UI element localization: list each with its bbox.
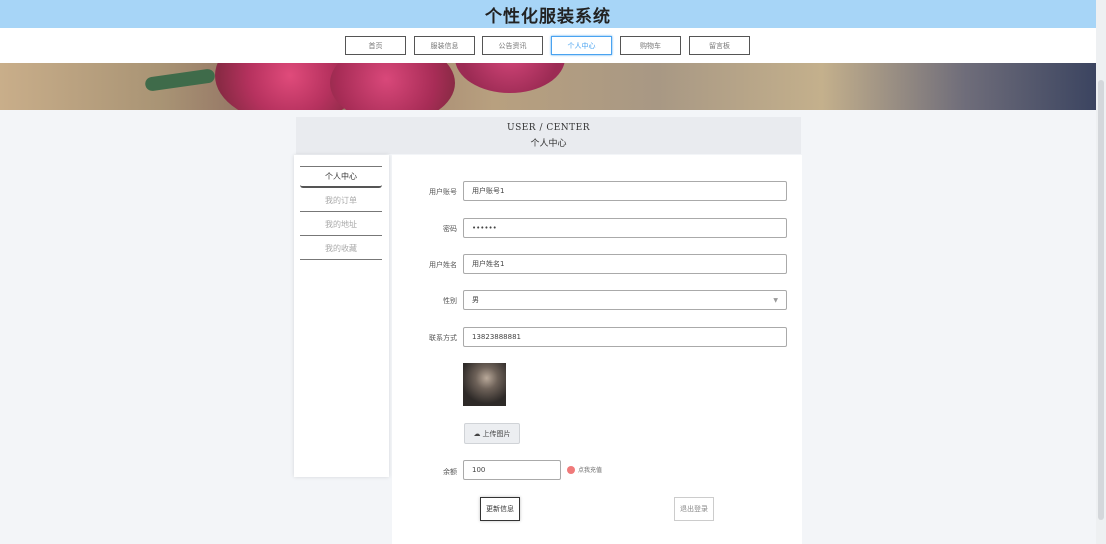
upload-image-button[interactable]: ☁ 上传图片 <box>464 423 520 444</box>
balance-input[interactable]: 100 <box>463 460 561 480</box>
avatar <box>463 363 506 406</box>
gender-label: 性别 <box>443 297 457 305</box>
side-item-my-favorites[interactable]: 我的收藏 <box>300 238 382 260</box>
recharge-icon <box>567 465 575 474</box>
gender-select[interactable]: 男 ▼ <box>463 290 787 310</box>
gender-value: 男 <box>472 296 479 304</box>
logout-button[interactable]: 退出登录 <box>674 497 714 521</box>
recharge-link[interactable]: 点我充值 <box>567 465 602 474</box>
nav-clothing-info[interactable]: 服装信息 <box>414 36 475 55</box>
site-title: 个性化服装系统 <box>485 6 611 27</box>
side-item-user-center[interactable]: 个人中心 <box>300 166 382 188</box>
nav-announcements[interactable]: 公告资讯 <box>482 36 543 55</box>
nav-message-board[interactable]: 留言板 <box>689 36 750 55</box>
upload-label: 上传图片 <box>482 429 511 438</box>
name-input[interactable]: 用户姓名1 <box>463 254 787 274</box>
rose-shape <box>455 63 565 93</box>
nav-cart[interactable]: 购物车 <box>620 36 681 55</box>
heading-en: USER / CENTER <box>506 122 591 133</box>
side-menu: 个人中心 我的订单 我的地址 我的收藏 <box>294 155 389 477</box>
leaf-shape <box>144 68 216 92</box>
rose-shape <box>330 63 455 110</box>
password-label: 密码 <box>443 225 457 233</box>
account-input[interactable]: 用户账号1 <box>463 181 787 201</box>
header-bar: 个性化服装系统 <box>0 0 1096 28</box>
account-label: 用户账号 <box>429 188 457 196</box>
update-info-button[interactable]: 更新信息 <box>480 497 520 521</box>
name-label: 用户姓名 <box>429 261 457 269</box>
profile-form-panel <box>392 155 802 544</box>
phone-label: 联系方式 <box>429 334 457 342</box>
side-item-my-addresses[interactable]: 我的地址 <box>300 214 382 236</box>
upload-icon: ☁ <box>473 429 481 438</box>
balance-label: 余额 <box>443 468 457 476</box>
phone-input[interactable]: 13823888881 <box>463 327 787 347</box>
recharge-label: 点我充值 <box>578 467 603 474</box>
side-item-my-orders[interactable]: 我的订单 <box>300 190 382 212</box>
nav-user-center[interactable]: 个人中心 <box>551 36 612 55</box>
nav-bar: 首页 服装信息 公告资讯 个人中心 购物车 留言板 <box>0 28 1096 63</box>
banner-image <box>0 63 1096 110</box>
nav-home[interactable]: 首页 <box>345 36 406 55</box>
scrollbar-thumb[interactable] <box>1098 80 1104 520</box>
password-input[interactable]: •••••• <box>463 218 787 238</box>
page-scrollbar[interactable] <box>1096 0 1106 544</box>
chevron-down-icon: ▼ <box>773 297 778 304</box>
user-center-heading: USER / CENTER 个人中心 <box>296 117 801 154</box>
heading-cn: 个人中心 <box>530 138 567 149</box>
